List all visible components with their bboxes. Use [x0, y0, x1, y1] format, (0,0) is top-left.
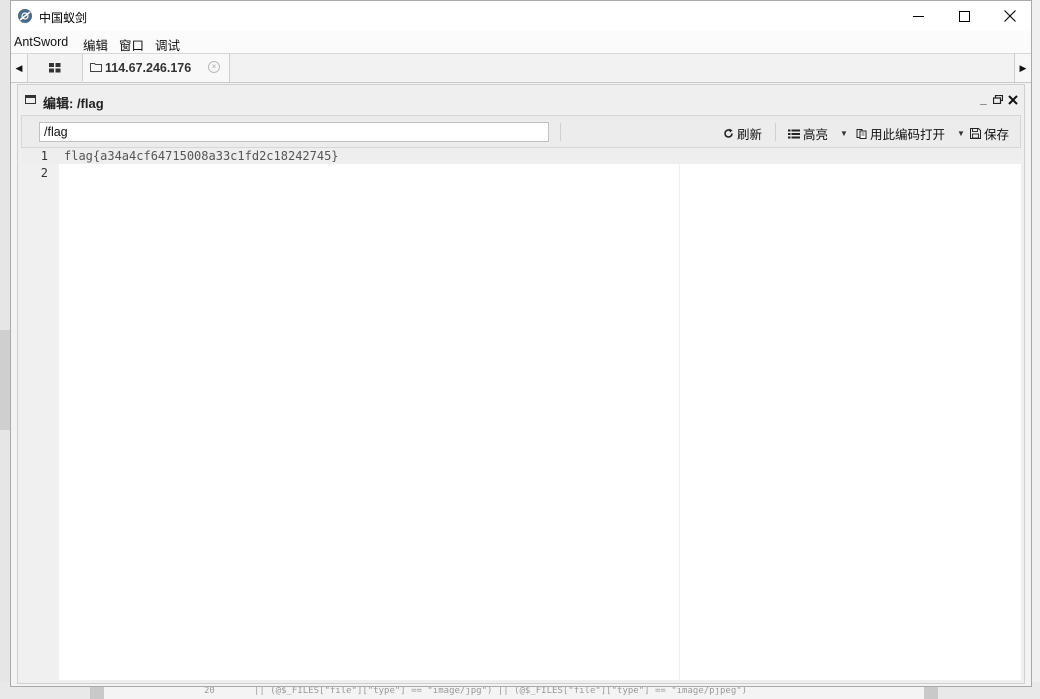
path-input[interactable] — [39, 122, 549, 142]
refresh-button[interactable]: 刷新 — [723, 124, 762, 143]
list-icon — [788, 129, 800, 138]
window-title: 中国蚁剑 — [39, 11, 88, 25]
maximize-icon — [958, 10, 970, 22]
close-icon — [1004, 10, 1016, 22]
highlight-dropdown[interactable]: 高亮 ▼ — [788, 124, 848, 143]
save-label: 保存 — [984, 128, 1010, 142]
highlight-label: 高亮 — [803, 128, 829, 142]
title-bar[interactable]: 中国蚁剑 — [11, 1, 1031, 31]
close-button[interactable] — [987, 1, 1033, 31]
code-line[interactable]: flag{a34a4cf64715008a33c1fd2c18242745} — [64, 149, 339, 163]
tab-connection-label: 114.67.246.176 — [105, 61, 192, 75]
folder-icon — [90, 63, 102, 72]
line-number: 2 — [40, 166, 48, 180]
refresh-icon — [724, 128, 733, 138]
refresh-label: 刷新 — [737, 128, 763, 142]
editor-toolbar: 刷新 高亮 ▼ 用此编码打开 ▼ — [21, 115, 1021, 148]
tab-scroll-left-button[interactable]: ◀ — [11, 54, 28, 82]
menu-bar: AntSword 编辑 窗口 调试 — [11, 31, 1031, 54]
editor-gutter — [21, 148, 59, 680]
tab-bar: ◀ 114.67.246.176 × ▶ — [11, 54, 1031, 83]
maximize-button[interactable] — [941, 1, 987, 31]
background-window-left — [0, 0, 10, 699]
panel-minimize-button[interactable]: _ — [980, 92, 987, 106]
code-editor[interactable]: 1 2 flag{a34a4cf64715008a33c1fd2c1824274… — [21, 148, 1021, 680]
editor-panel: 编辑: /flag _ 刷新 — [17, 84, 1025, 684]
menu-window[interactable]: 窗口 — [119, 35, 144, 54]
save-icon — [970, 128, 981, 139]
background-window-right — [1032, 0, 1040, 699]
antsword-window: 中国蚁剑 AntSword 编辑 窗口 调试 ◀ 114.67.246.176 … — [10, 0, 1032, 687]
open-file-icon — [856, 129, 867, 139]
menu-edit[interactable]: 编辑 — [83, 35, 108, 54]
menu-debug[interactable]: 调试 — [155, 35, 180, 54]
chevron-down-icon: ▼ — [957, 129, 965, 138]
editor-panel-title: 编辑: /flag — [43, 96, 104, 111]
tab-scroll-right-button[interactable]: ▶ — [1014, 54, 1031, 82]
background-code-text: || (@$_FILES["file"]["type"] == "image/j… — [254, 686, 748, 696]
minimize-icon — [912, 15, 924, 17]
open-with-encoding-label: 用此编码打开 — [870, 128, 946, 142]
save-button[interactable]: 保存 — [970, 124, 1009, 143]
minimize-button[interactable] — [895, 1, 941, 31]
window-icon — [25, 95, 36, 104]
tab-close-button[interactable]: × — [208, 61, 220, 73]
toolbar-separator — [560, 123, 561, 141]
line-number: 1 — [40, 149, 48, 163]
print-margin — [679, 148, 680, 680]
toolbar-separator — [775, 123, 776, 141]
background-line-number: 20 — [204, 686, 215, 696]
menu-antsword[interactable]: AntSword — [14, 35, 68, 49]
tab-connection[interactable]: 114.67.246.176 × — [83, 54, 230, 82]
panel-restore-button[interactable] — [993, 95, 1003, 104]
editor-panel-header[interactable]: 编辑: /flag _ — [18, 85, 1024, 115]
open-with-encoding-dropdown[interactable]: 用此编码打开 ▼ — [856, 124, 965, 143]
tab-home[interactable] — [28, 54, 83, 81]
chevron-down-icon: ▼ — [840, 129, 848, 138]
panel-close-button[interactable] — [1008, 95, 1018, 105]
app-logo-icon — [18, 9, 32, 23]
grid-icon — [49, 62, 61, 72]
